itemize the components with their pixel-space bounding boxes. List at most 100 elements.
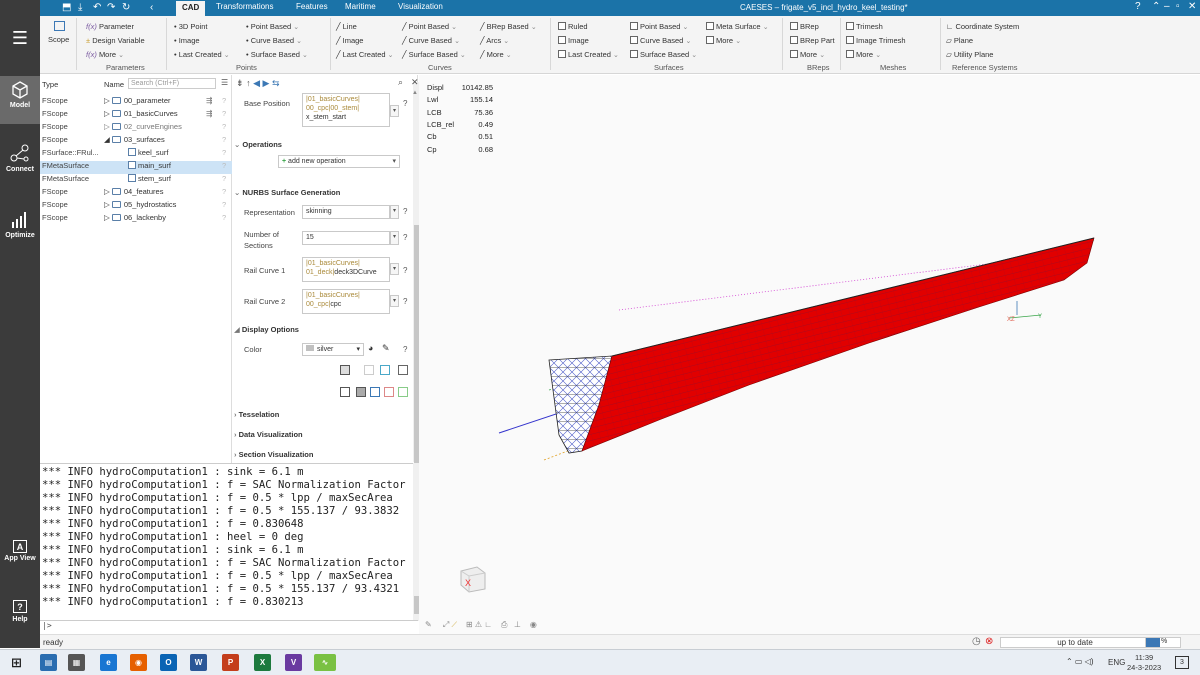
view-cube[interactable]: X <box>457 563 489 593</box>
representation-help[interactable]: ? <box>403 207 407 216</box>
sections-input[interactable]: 15 <box>302 231 390 245</box>
grid-icon[interactable]: ⊞ <box>466 620 473 629</box>
point-based-curve-button[interactable]: ╱ Point Based ⌄ <box>402 22 457 31</box>
point-based-point-button[interactable]: • Point Based ⌄ <box>246 22 299 31</box>
image-trimesh-button[interactable]: Image Trimesh <box>846 36 906 45</box>
pencil-icon[interactable]: ✎ <box>382 343 390 354</box>
excel-icon[interactable]: X <box>254 654 271 671</box>
tab-transformations[interactable]: Transformations <box>216 2 274 11</box>
close-results-icon[interactable]: ✕ <box>411 77 419 88</box>
rail1-help[interactable]: ? <box>403 266 407 275</box>
data-visualization-header[interactable]: › Data Visualization <box>234 430 303 439</box>
edge-mode-icon[interactable] <box>340 387 350 397</box>
outline-mode-icon[interactable] <box>398 365 408 375</box>
nav-connect[interactable]: Connect <box>0 142 40 186</box>
save-icon[interactable]: ⤓ <box>78 2 82 13</box>
tree-row[interactable]: FScope ▷ 00_parameter ⇶? <box>40 96 232 109</box>
up-icon[interactable]: ↑ <box>246 78 251 88</box>
operations-header[interactable]: ⌄ Operations <box>234 140 282 149</box>
outlook-icon[interactable]: O <box>160 654 177 671</box>
curve-image-button[interactable]: ╱ Image <box>336 36 363 45</box>
tree-row[interactable]: FMetaSurface stem_surf? <box>40 174 232 187</box>
curves-more-button[interactable]: ╱ More ⌄ <box>480 50 512 59</box>
curve-based-curve-button[interactable]: ╱ Curve Based ⌄ <box>402 36 460 45</box>
language-indicator[interactable]: ENG <box>1108 658 1125 667</box>
brep-based-curve-button[interactable]: ╱ BRep Based ⌄ <box>480 22 537 31</box>
surface-based-point-button[interactable]: • Surface Based ⌄ <box>246 50 308 59</box>
utility-plane-button[interactable]: ▱ Utility Plane <box>946 50 993 59</box>
powerpoint-icon[interactable]: P <box>222 654 239 671</box>
nav-optimize[interactable]: Optimize <box>0 208 40 252</box>
close-button[interactable]: ✕ <box>1188 1 1196 12</box>
3d-point-button[interactable]: • 3D Point <box>174 22 208 31</box>
color-wheel-icon[interactable]: ◕ <box>368 343 373 353</box>
brep-button[interactable]: BRep <box>790 22 819 31</box>
surface-based-curve-button[interactable]: ╱ Surface Based ⌄ <box>402 50 466 59</box>
ruled-surface-button[interactable]: Ruled <box>558 22 588 31</box>
curve-based-surface-button[interactable]: Curve Based ⌄ <box>630 36 691 45</box>
ribbon-collapse-icon[interactable]: ⌃ <box>1152 1 1160 12</box>
undo-icon[interactable]: ↶ <box>93 2 101 13</box>
edge-icon[interactable]: e <box>100 654 117 671</box>
tree-row[interactable]: FScope ▷ 06_lackenby? <box>40 213 232 226</box>
display-options-header[interactable]: ◢ Display Options <box>234 325 299 334</box>
tesselation-header[interactable]: › Tesselation <box>234 410 279 419</box>
curvature-mode-icon[interactable] <box>384 387 394 397</box>
sections-dropdown[interactable]: ▾ <box>390 231 399 245</box>
3d-viewport[interactable]: ⌕ ✕ Displ 10142.85 Lwl 155.14 LCB 75.36 LCB… <box>398 75 1200 634</box>
sync-icon[interactable]: ⇆ <box>272 78 280 88</box>
firefox-icon[interactable]: ◉ <box>130 654 147 671</box>
parameter-button[interactable]: f(x) Parameter <box>86 22 134 31</box>
fit-view-icon[interactable]: ⤢ <box>443 620 449 629</box>
point-based-surface-button[interactable]: Point Based ⌄ <box>630 22 688 31</box>
tree-row[interactable]: FScope ▷ 05_hydrostatics? <box>40 200 232 213</box>
app-menu-icon[interactable]: ⬒ <box>62 2 71 13</box>
pin-icon[interactable]: ⇟ <box>236 78 244 88</box>
meshes-more-button[interactable]: More ⌄ <box>846 50 881 59</box>
next-icon[interactable]: ▶ <box>263 78 270 88</box>
windows-start-icon[interactable]: ⊞ <box>8 654 25 671</box>
rail1-field[interactable]: |01_basicCurves| 01_deck|deck3DCurve <box>302 257 390 282</box>
tree-row-selected[interactable]: FMetaSurface main_surf? <box>40 161 232 174</box>
nav-model[interactable]: Model <box>0 76 40 124</box>
tree-row[interactable]: FSurface::FRul... keel_surf? <box>40 148 232 161</box>
hamburger-menu-icon[interactable]: ☰ <box>0 28 40 48</box>
point-last-created-button[interactable]: • Last Created ⌄ <box>174 50 230 59</box>
brep-part-button[interactable]: BRep Part <box>790 36 835 45</box>
surface-image-button[interactable]: Image <box>558 36 589 45</box>
file-explorer-icon[interactable]: ▤ <box>40 654 57 671</box>
surfaces-more-button[interactable]: More ⌄ <box>706 36 741 45</box>
restore-button[interactable]: ▫ <box>1176 1 1180 12</box>
plane-button[interactable]: ▱ Plane <box>946 36 973 45</box>
scroll-up-icon[interactable]: ▲ <box>412 90 418 96</box>
tab-maritime[interactable]: Maritime <box>345 2 376 11</box>
eye-icon[interactable]: ◉ <box>530 620 537 629</box>
clock-date[interactable]: 24-3-2023 <box>1127 663 1161 672</box>
curve-based-point-button[interactable]: • Curve Based ⌄ <box>246 36 302 45</box>
rail2-field[interactable]: |01_basicCurves| 00_cpc|cpc <box>302 289 390 314</box>
tree-row[interactable]: FScope ◢ 03_surfaces? <box>40 135 232 148</box>
tab-features[interactable]: Features <box>296 2 328 11</box>
warning-icon[interactable]: ⚠ <box>475 620 482 629</box>
breps-more-button[interactable]: More ⌄ <box>790 50 825 59</box>
prev-icon[interactable]: ◀ <box>253 78 260 88</box>
tree-row[interactable]: FScope ▷ 04_features? <box>40 187 232 200</box>
surface-based-surface-button[interactable]: Surface Based ⌄ <box>630 50 697 59</box>
nurbs-header[interactable]: ⌄ NURBS Surface Generation <box>234 188 340 197</box>
add-operation-dropdown[interactable]: + add new operation ▾ <box>278 155 400 168</box>
shaded-mode-icon[interactable] <box>340 365 350 375</box>
point-image-button[interactable]: • Image <box>174 36 200 45</box>
base-position-help[interactable]: ? <box>403 99 407 108</box>
tree-row[interactable]: FScope ▷ 02_curveEngines? <box>40 122 232 135</box>
nav-help[interactable]: ? Help <box>0 600 40 634</box>
normals-mode-icon[interactable] <box>370 387 380 397</box>
calculator-icon[interactable]: ▦ <box>68 654 85 671</box>
tree-search-input[interactable]: Search (Ctrl+F) <box>128 78 216 89</box>
visio-icon[interactable]: V <box>285 654 302 671</box>
nav-app-view[interactable]: A App View <box>0 540 40 574</box>
axis-icon[interactable]: ∟ <box>484 620 492 629</box>
representation-dropdown[interactable]: ▾ <box>390 205 399 219</box>
scope-button[interactable]: Scope <box>48 21 69 44</box>
help-icon[interactable]: ? <box>1135 1 1141 12</box>
trimesh-button[interactable]: Trimesh <box>846 22 883 31</box>
